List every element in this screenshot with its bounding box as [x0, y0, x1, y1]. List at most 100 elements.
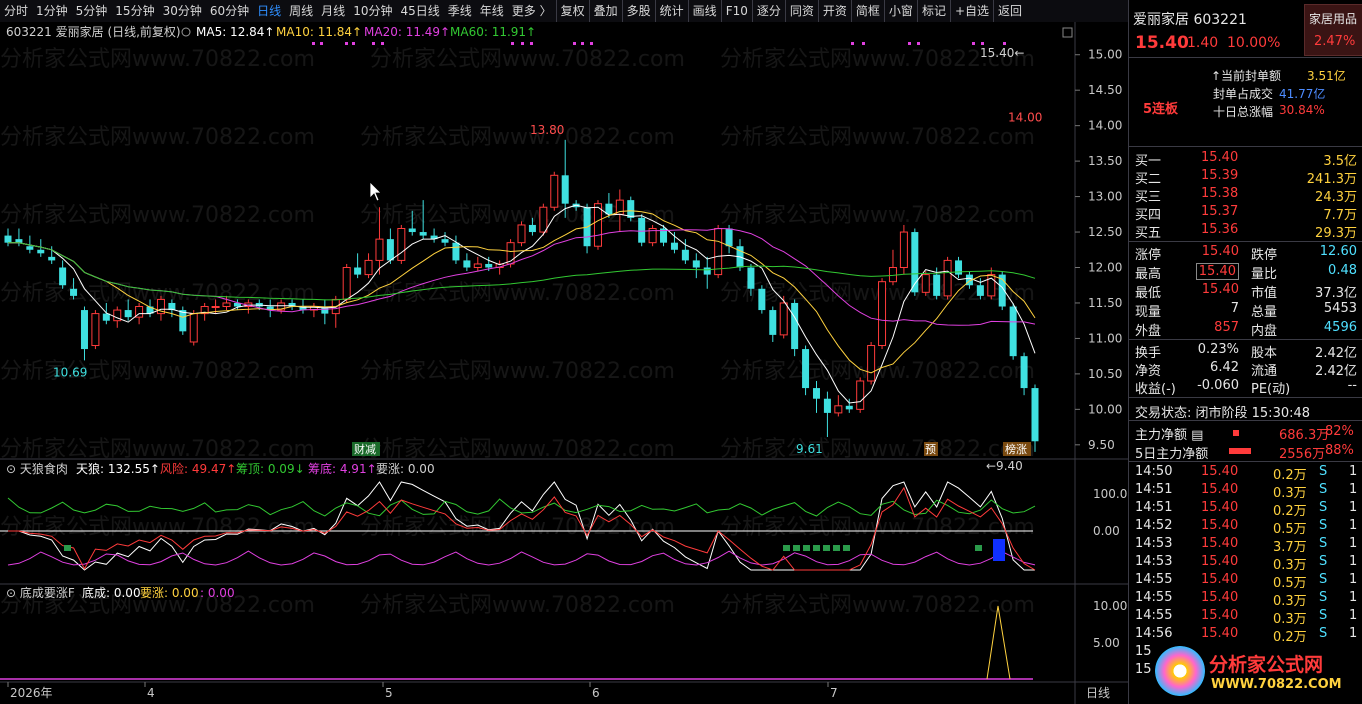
period-3[interactable]: 15分钟	[111, 0, 158, 22]
tool-button-3[interactable]: 统计	[654, 0, 688, 22]
fin-label-b-0: 股本	[1251, 346, 1278, 361]
tool-button-9[interactable]: 简框	[850, 0, 884, 22]
ind2-axis-1: 5.00	[1093, 636, 1120, 650]
ind1-choudding: 筹顶: 0.09↓	[236, 462, 305, 476]
kline-chart[interactable]: 分析家公式网www.70822.com 分析家公式网www.70822.com 分析…	[0, 22, 1128, 704]
signal-dot-12	[851, 42, 854, 45]
tool-button-8[interactable]: 开资	[817, 0, 851, 22]
bid-label-3: 买四	[1135, 208, 1162, 223]
signal-dot-16	[972, 42, 975, 45]
candle-body-34	[375, 238, 384, 261]
tool-button-10[interactable]: 小窗	[883, 0, 917, 22]
tick-side-6: S	[1319, 572, 1328, 587]
signal-dot-6	[511, 42, 514, 45]
candle-body-93	[1020, 356, 1028, 389]
ma10-legend: MA10: 11.84↑	[276, 25, 362, 39]
tool-button-13[interactable]: 返回	[993, 0, 1026, 22]
watermark-0: 分析家公式网www.70822.com	[0, 47, 315, 72]
tick-vol-1: 0.3万	[1273, 486, 1307, 501]
candle-body-92	[1009, 306, 1017, 357]
ind1-axis-0: 100.0	[1093, 487, 1127, 501]
date-label-2: 5	[385, 686, 393, 700]
signal-dot-0	[312, 42, 315, 45]
candle-body-63	[692, 260, 700, 268]
tick-side-2: S	[1319, 500, 1328, 515]
watermark-13: 分析家公式网www.70822.com	[360, 359, 675, 384]
main-title: 603221 爱丽家居 (日线,前复权)	[6, 24, 181, 39]
tool-button-5[interactable]: F10	[720, 0, 752, 22]
tool-button-0[interactable]: 复权	[555, 0, 589, 22]
tool-button-4[interactable]: 画线	[687, 0, 721, 22]
date-label-1: 4	[147, 686, 155, 700]
period-4[interactable]: 30分钟	[159, 0, 206, 22]
period-8[interactable]: 月线	[317, 0, 349, 22]
signal-dot-1	[320, 42, 323, 45]
signal-dot-11	[590, 42, 593, 45]
watermark-18: 分析家公式网www.70822.com	[0, 515, 315, 540]
period-10[interactable]: 45日线	[396, 0, 443, 22]
tag-bangzhang: 榜涨	[1005, 442, 1027, 456]
candle-body-8	[91, 313, 100, 347]
period-13[interactable]: 更多 〉	[508, 0, 556, 22]
watermark-8: 分析家公式网www.70822.com	[720, 203, 1035, 228]
candle-body-16	[179, 310, 187, 332]
stat-value-a-0: 15.40	[1201, 244, 1239, 259]
period-5[interactable]: 60分钟	[206, 0, 253, 22]
candle-body-38	[419, 232, 427, 236]
price-label-8: 11.00	[1088, 331, 1122, 345]
ind1-choudi: 筹底: 4.91↑	[308, 461, 377, 476]
price-label-9: 10.50	[1088, 367, 1122, 381]
fin-label-b-1: 流通	[1251, 364, 1278, 379]
tool-button-7[interactable]: 同资	[784, 0, 818, 22]
tick-side-5: S	[1319, 554, 1328, 569]
period-6[interactable]: 日线	[253, 0, 285, 22]
candle-body-51	[561, 175, 569, 204]
period-2[interactable]: 5分钟	[72, 0, 112, 22]
stat-label-b-3: 总量	[1251, 305, 1278, 320]
price-label-4: 13.00	[1088, 190, 1122, 204]
five-net-value: 2556万	[1279, 447, 1326, 462]
streak-label: 5连板	[1143, 102, 1179, 117]
ind2-yaozhang: 要涨: 0.00	[140, 585, 199, 600]
price-pct: 10.00%	[1227, 35, 1281, 51]
candle-body-6	[70, 288, 78, 296]
price-label-5: 12.50	[1088, 225, 1122, 239]
price-label-7: 11.50	[1088, 296, 1122, 310]
zf-value: 30.84%	[1279, 103, 1325, 117]
watermark-1: 分析家公式网www.70822.com	[370, 47, 685, 72]
candle-body-31	[342, 267, 351, 300]
period-7[interactable]: 周线	[285, 0, 317, 22]
ind2-name: ⊙ 底成要涨F	[6, 585, 75, 600]
tool-button-11[interactable]: 标记	[916, 0, 950, 22]
fd-value: 3.51亿	[1307, 69, 1346, 83]
fin-value-a-0: 0.23%	[1197, 342, 1239, 357]
tool-button-1[interactable]: 叠加	[588, 0, 622, 22]
candle-body-40	[441, 239, 449, 243]
period-11[interactable]: 季线	[444, 0, 476, 22]
ind1-fengxian: 风险: 49.47↑	[160, 461, 236, 476]
tool-button-2[interactable]: 多股	[621, 0, 655, 22]
tool-button-6[interactable]: 逐分	[751, 0, 785, 22]
watermark-4: 分析家公式网www.70822.com	[360, 125, 675, 150]
ind1-yaozhang: 要涨: 0.00	[376, 461, 435, 476]
signal-dot-15	[917, 42, 920, 45]
candle-body-17	[189, 313, 198, 343]
ma60-legend: MA60: 11.91↑	[450, 25, 536, 39]
candle-body-75	[823, 398, 831, 413]
period-9[interactable]: 10分钟	[349, 0, 396, 22]
period-0[interactable]: 分时	[0, 0, 32, 22]
candle-body-54	[593, 203, 602, 247]
bid-price-2: 15.38	[1201, 186, 1239, 201]
period-1[interactable]: 1分钟	[32, 0, 72, 22]
tool-button-12[interactable]: +自选	[949, 0, 993, 22]
stat-value-b-2: 37.3亿	[1315, 286, 1357, 301]
candle-body-20	[222, 302, 231, 308]
ind1-name: ⊙ 天狼食肉	[6, 461, 68, 476]
candle-body-48	[528, 224, 536, 233]
ind1-bar-8	[975, 545, 982, 551]
signal-dot-14	[908, 42, 911, 45]
fin-value-a-1: 6.42	[1210, 360, 1239, 375]
tick-vol-8: 0.3万	[1273, 612, 1307, 627]
candle-body-2	[26, 246, 34, 250]
period-12[interactable]: 年线	[476, 0, 508, 22]
